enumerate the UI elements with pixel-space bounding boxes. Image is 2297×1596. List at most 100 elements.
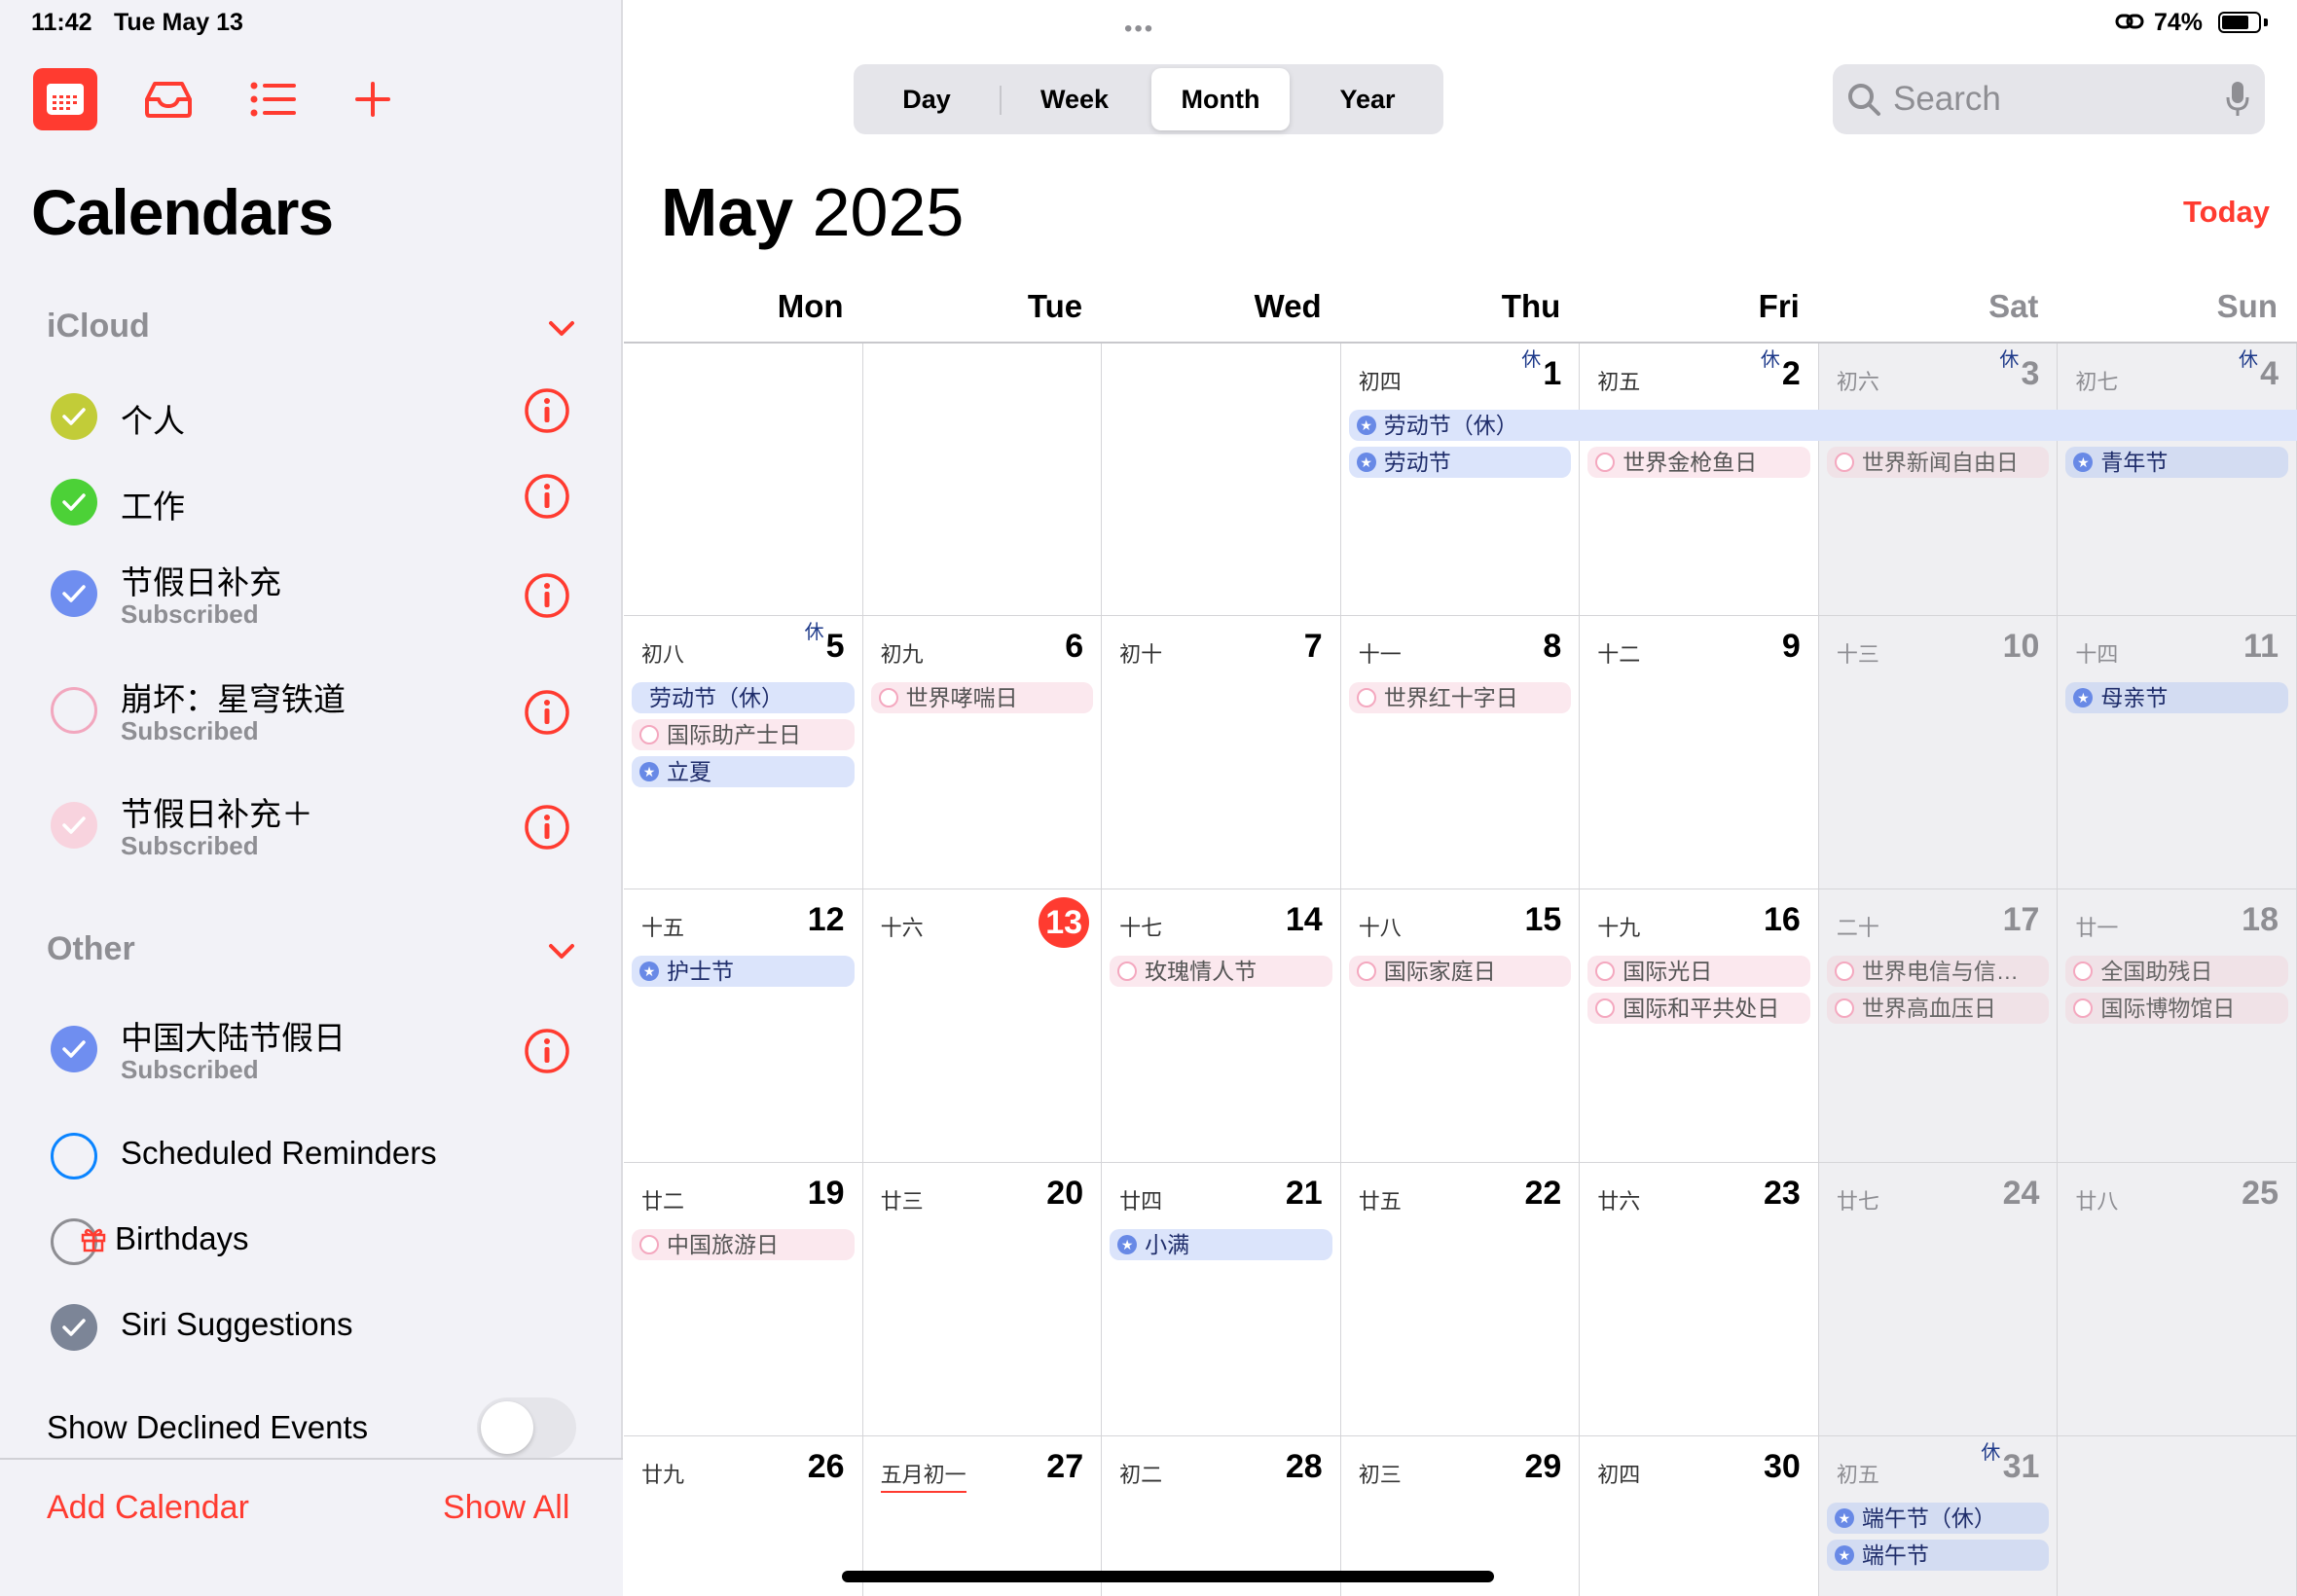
calendar-row[interactable]: 崩坏：星穹铁道 Subscribed <box>0 673 623 751</box>
day-cell-20[interactable]: 廿三 20 <box>862 1163 1103 1436</box>
add-icon[interactable] <box>341 68 405 130</box>
calendar-row[interactable]: Siri Suggestions <box>0 1298 623 1376</box>
event-chip[interactable]: ★ 立夏 <box>632 756 855 787</box>
event-chip[interactable]: ★ 劳动节（休） <box>1348 410 2297 441</box>
calendar-checkbox[interactable] <box>51 687 97 734</box>
weekday-sun: Sun <box>2216 288 2278 324</box>
day-cell-30[interactable]: 初四 30 <box>1580 1436 1819 1596</box>
other-group-header[interactable]: Other <box>47 930 135 968</box>
event-chip[interactable]: 中国旅游日 <box>632 1229 855 1260</box>
add-calendar-button[interactable]: Add Calendar <box>47 1489 249 1527</box>
day-cell-5[interactable]: 初八 5 休劳动节（休） 国际助产士日 ★ 立夏 <box>624 616 863 889</box>
event-chip[interactable]: 世界红十字日 <box>1348 682 1572 713</box>
calendar-row[interactable]: 节假日补充 Subscribed <box>0 557 623 635</box>
day-cell-31[interactable]: 初五 31 休 ★ 端午节（休） ★ 端午节 <box>1818 1436 2059 1596</box>
show-declined-toggle[interactable] <box>477 1397 576 1458</box>
day-cell-3[interactable]: 初六 3 休世界新闻自由日 <box>1818 344 2059 616</box>
calendar-row[interactable]: 节假日补充＋ Subscribed <box>0 788 623 866</box>
calendar-checkbox-checked[interactable] <box>51 479 97 526</box>
day-cell-10[interactable]: 十三 10 <box>1818 616 2059 889</box>
event-chip[interactable]: 国际助产士日 <box>632 719 855 750</box>
event-chip[interactable]: ★ 青年节 <box>2065 447 2288 478</box>
day-cell-17[interactable]: 二十 17 世界电信与信… 世界高血压日 <box>1818 889 2059 1163</box>
day-cell-26[interactable]: 廿九 26 <box>624 1436 863 1596</box>
calendar-row[interactable]: 中国大陆节假日 Subscribed <box>0 1012 623 1090</box>
list-icon[interactable] <box>241 68 306 130</box>
day-cell-14[interactable]: 十七 14 玫瑰情人节 <box>1102 889 1341 1163</box>
day-cell-24[interactable]: 廿七 24 <box>1818 1163 2059 1436</box>
day-cell-2[interactable]: 初五 2 休世界金枪鱼日 <box>1580 344 1819 616</box>
day-cell-1[interactable]: 初四 1 休 ★ 劳动节（休） ★ 劳动节 <box>1340 344 2297 616</box>
event-chip[interactable]: 国际家庭日 <box>1348 956 1572 987</box>
calendar-checkbox-checked[interactable] <box>51 802 97 849</box>
calendar-checkbox-checked[interactable] <box>51 1304 97 1351</box>
day-number: 7 <box>1303 628 1323 665</box>
event-chip[interactable]: 世界新闻自由日 <box>1826 447 2050 478</box>
holiday-rest-badge: 休 <box>1981 1442 2001 1464</box>
icloud-group-header[interactable]: iCloud <box>47 308 150 345</box>
event-chip[interactable]: 世界高血压日 <box>1826 993 2050 1024</box>
event-chip[interactable]: 全国助残日 <box>2065 956 2288 987</box>
info-icon[interactable] <box>524 473 570 520</box>
day-cell-13[interactable]: 十六 13 <box>862 889 1103 1163</box>
day-cell-6[interactable]: 初九 6 世界哮喘日 <box>862 616 1103 889</box>
event-chip[interactable]: 世界哮喘日 <box>870 682 1094 713</box>
event-chip[interactable]: ★ 端午节 <box>1826 1540 2050 1571</box>
chevron-down-icon[interactable] <box>545 940 578 963</box>
event-chip[interactable]: 国际和平共处日 <box>1587 993 1810 1024</box>
calendar-checkbox-checked[interactable] <box>51 1026 97 1072</box>
info-icon[interactable] <box>524 572 570 619</box>
tab-day[interactable]: Day <box>857 68 996 130</box>
search-field[interactable]: Search <box>1833 64 2265 134</box>
calendar-checkbox-checked[interactable] <box>51 570 97 617</box>
holiday-rest-badge: 休 <box>804 622 824 643</box>
inbox-icon[interactable] <box>136 68 201 130</box>
event-chip[interactable]: 国际博物馆日 <box>2065 993 2288 1024</box>
info-icon[interactable] <box>524 1028 570 1074</box>
info-icon[interactable] <box>524 387 570 434</box>
tab-month[interactable]: Month <box>1151 68 1290 130</box>
calendars-icon[interactable] <box>33 68 97 130</box>
show-all-button[interactable]: Show All <box>443 1489 569 1527</box>
chevron-down-icon[interactable] <box>545 317 578 341</box>
event-chip[interactable]: 玫瑰情人节 <box>1110 956 1332 987</box>
info-icon[interactable] <box>524 804 570 851</box>
info-icon[interactable] <box>524 689 570 736</box>
day-cell-23[interactable]: 廿六 23 <box>1580 1163 1819 1436</box>
day-cell-16[interactable]: 十九 16 国际光日 国际和平共处日 <box>1580 889 1819 1163</box>
day-cell-11[interactable]: 十四 11 ★ 母亲节 <box>2058 616 2297 889</box>
calendar-row[interactable]: Scheduled Reminders <box>0 1127 623 1205</box>
day-cell-18[interactable]: 廿一 18 全国助残日 国际博物馆日 <box>2058 889 2297 1163</box>
day-cell-7[interactable]: 初十 7 <box>1102 616 1341 889</box>
day-cell-15[interactable]: 十八 15 国际家庭日 <box>1340 889 1581 1163</box>
calendar-row[interactable]: 工作 <box>0 473 623 551</box>
day-cell-12[interactable]: 十五 12 ★ 护士节 <box>624 889 863 1163</box>
calendar-checkbox[interactable] <box>51 1133 97 1179</box>
event-chip[interactable]: 劳动节（休） <box>632 682 855 713</box>
tab-week[interactable]: Week <box>1003 68 1146 130</box>
calendar-row[interactable]: Birthdays <box>0 1213 623 1290</box>
day-cell-25[interactable]: 廿八 25 <box>2058 1163 2297 1436</box>
day-cell-4[interactable]: 初七 4 休 ★ 青年节 <box>2058 344 2297 616</box>
calendar-checkbox-checked[interactable] <box>51 393 97 440</box>
event-chip[interactable]: ★ 端午节（休） <box>1826 1503 2050 1534</box>
lunar-date: 初六 <box>1836 370 1879 394</box>
today-button[interactable]: Today <box>2183 195 2270 230</box>
day-cell-22[interactable]: 廿五 22 <box>1340 1163 1581 1436</box>
day-cell-8[interactable]: 十一 8 世界红十字日 <box>1340 616 1581 889</box>
event-chip[interactable]: ★ 劳动节 <box>1348 447 1572 478</box>
event-chip[interactable]: ★ 小满 <box>1110 1229 1332 1260</box>
calendar-badge-icon <box>1117 961 1138 981</box>
day-cell-21[interactable]: 廿四 21 ★ 小满 <box>1102 1163 1341 1436</box>
calendar-row[interactable]: 个人 <box>0 387 623 465</box>
event-chip[interactable]: ★ 母亲节 <box>2065 682 2288 713</box>
event-chip[interactable]: ★ 护士节 <box>632 956 855 987</box>
microphone-icon[interactable] <box>2226 80 2249 119</box>
event-chip[interactable]: 世界电信与信… <box>1826 956 2050 987</box>
day-cell-9[interactable]: 十二 9 <box>1580 616 1819 889</box>
event-chip[interactable]: 国际光日 <box>1587 956 1810 987</box>
multitasking-dots-icon[interactable]: ••• <box>1124 16 1154 43</box>
day-cell-19[interactable]: 廿二 19 中国旅游日 <box>624 1163 863 1436</box>
tab-year[interactable]: Year <box>1295 68 1440 130</box>
event-chip[interactable]: 世界金枪鱼日 <box>1587 447 1810 478</box>
